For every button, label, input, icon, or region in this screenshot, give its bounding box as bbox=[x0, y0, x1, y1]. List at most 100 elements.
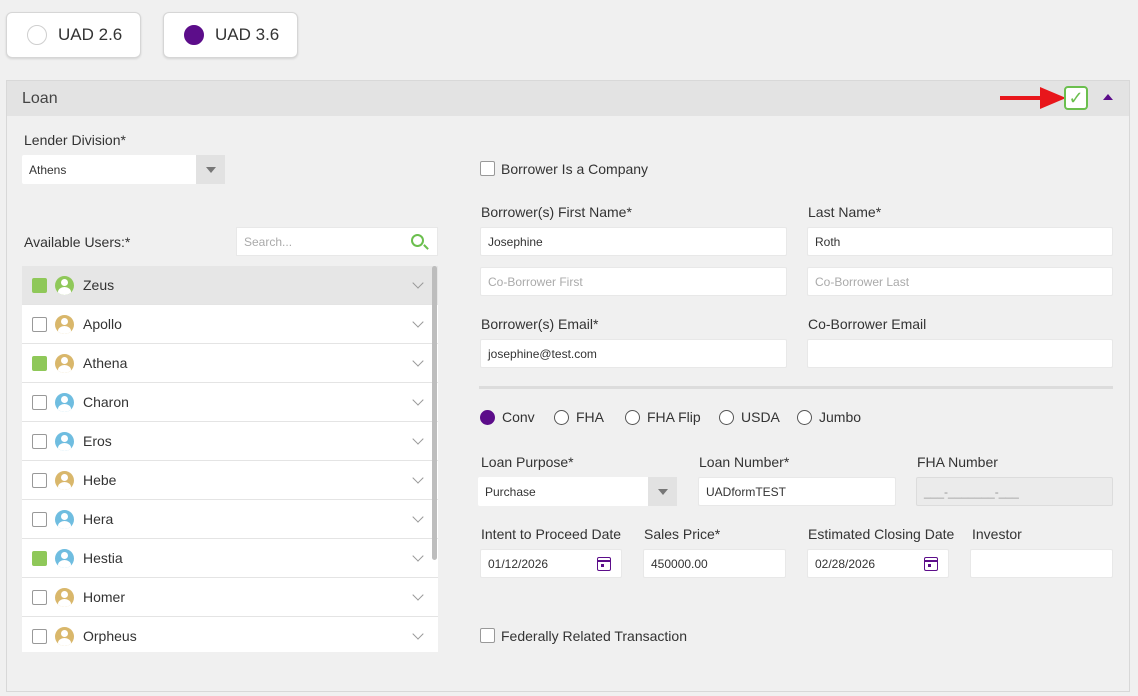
chevron-down-icon[interactable] bbox=[412, 589, 424, 601]
loan-purpose-value: Purchase bbox=[485, 484, 536, 499]
available-users-label: Available Users:* bbox=[24, 234, 131, 250]
user-name: Hera bbox=[83, 511, 114, 527]
user-name: Homer bbox=[83, 589, 126, 605]
chevron-down-icon[interactable] bbox=[412, 628, 424, 640]
fha-number-input[interactable]: ___-_______-___ bbox=[916, 477, 1113, 506]
sales-price-input[interactable]: 450000.00 bbox=[643, 549, 786, 578]
chevron-down-icon[interactable] bbox=[412, 355, 424, 367]
loan-type-jumbo[interactable]: Jumbo bbox=[797, 409, 861, 425]
intent-date-label: Intent to Proceed Date bbox=[481, 526, 622, 542]
first-name-label: Borrower(s) First Name* bbox=[481, 204, 632, 220]
user-row-athena[interactable]: Athena bbox=[22, 344, 438, 383]
email-input[interactable]: josephine@test.com bbox=[480, 339, 787, 368]
user-row-apollo[interactable]: Apollo bbox=[22, 305, 438, 344]
intent-date-value: 01/12/2026 bbox=[488, 556, 549, 571]
sales-price-label: Sales Price* bbox=[644, 526, 721, 542]
user-row-zeus[interactable]: Zeus bbox=[22, 266, 438, 305]
lender-division-label: Lender Division* bbox=[24, 132, 126, 148]
user-row-hera[interactable]: Hera bbox=[22, 500, 438, 539]
first-name-value: Josephine bbox=[488, 234, 543, 249]
email-value: josephine@test.com bbox=[488, 346, 597, 361]
user-row-homer[interactable]: Homer bbox=[22, 578, 438, 617]
user-checkbox[interactable] bbox=[32, 433, 47, 449]
user-row-orpheus[interactable]: Orpheus bbox=[22, 617, 438, 652]
investor-input[interactable] bbox=[970, 549, 1113, 578]
user-checkbox[interactable] bbox=[32, 628, 47, 644]
loan-type-fha[interactable]: FHA bbox=[554, 409, 604, 425]
loan-type-fha-flip-label: FHA Flip bbox=[647, 409, 701, 425]
uad-3-6-radio[interactable] bbox=[184, 25, 204, 45]
section-divider bbox=[479, 386, 1113, 389]
chevron-down-icon[interactable] bbox=[412, 511, 424, 523]
co-borrower-last-placeholder: Co-Borrower Last bbox=[815, 274, 910, 289]
first-name-input[interactable]: Josephine bbox=[480, 227, 787, 256]
user-checkbox[interactable] bbox=[32, 511, 47, 527]
loan-type-fha-flip[interactable]: FHA Flip bbox=[625, 409, 701, 425]
user-list-scrollbar[interactable] bbox=[432, 266, 437, 560]
loan-type-fha-label: FHA bbox=[576, 409, 604, 425]
user-row-charon[interactable]: Charon bbox=[22, 383, 438, 422]
chevron-down-icon[interactable] bbox=[412, 277, 424, 289]
loan-number-input[interactable]: UADformTEST bbox=[698, 477, 896, 506]
user-checkbox[interactable] bbox=[32, 355, 47, 371]
user-row-hebe[interactable]: Hebe bbox=[22, 461, 438, 500]
calendar-icon[interactable] bbox=[924, 557, 938, 571]
loan-type-conv-radio[interactable] bbox=[480, 409, 495, 425]
uad-3-6-label: UAD 3.6 bbox=[215, 25, 280, 44]
co-borrower-first-input[interactable]: Co-Borrower First bbox=[480, 267, 787, 296]
chevron-down-icon[interactable] bbox=[412, 433, 424, 445]
user-avatar-icon bbox=[55, 275, 74, 295]
loan-type-jumbo-radio[interactable] bbox=[797, 409, 812, 425]
user-row-eros[interactable]: Eros bbox=[22, 422, 438, 461]
user-name: Charon bbox=[83, 394, 129, 410]
chevron-down-icon[interactable] bbox=[648, 477, 677, 506]
loan-type-conv[interactable]: Conv bbox=[480, 409, 535, 425]
closing-date-input[interactable]: 02/28/2026 bbox=[807, 549, 949, 578]
co-borrower-last-input[interactable]: Co-Borrower Last bbox=[807, 267, 1113, 296]
last-name-input[interactable]: Roth bbox=[807, 227, 1113, 256]
user-checkbox[interactable] bbox=[32, 394, 47, 410]
last-name-label: Last Name* bbox=[808, 204, 882, 220]
email-label: Borrower(s) Email* bbox=[481, 316, 599, 332]
user-row-hestia[interactable]: Hestia bbox=[22, 539, 438, 578]
user-checkbox[interactable] bbox=[32, 550, 47, 566]
loan-type-usda[interactable]: USDA bbox=[719, 409, 780, 425]
user-checkbox[interactable] bbox=[32, 277, 47, 293]
user-checkbox[interactable] bbox=[32, 472, 47, 488]
lender-division-select[interactable]: Athens bbox=[22, 155, 225, 184]
uad-2-6-option[interactable]: UAD 2.6 bbox=[6, 12, 141, 58]
user-avatar-icon bbox=[55, 470, 74, 490]
chevron-down-icon[interactable] bbox=[412, 550, 424, 562]
intent-date-input[interactable]: 01/12/2026 bbox=[480, 549, 622, 578]
co-email-input[interactable] bbox=[807, 339, 1113, 368]
loan-purpose-select[interactable]: Purchase bbox=[478, 477, 677, 506]
loan-type-fha-radio[interactable] bbox=[554, 409, 569, 425]
checkmark-icon[interactable]: ✓ bbox=[1064, 86, 1088, 110]
search-icon[interactable] bbox=[411, 234, 424, 247]
chevron-down-icon[interactable] bbox=[412, 316, 424, 328]
user-checkbox[interactable] bbox=[32, 316, 47, 332]
loan-panel-header[interactable]: Loan ✓ bbox=[7, 81, 1129, 116]
user-checkbox[interactable] bbox=[32, 589, 47, 605]
closing-date-label: Estimated Closing Date bbox=[808, 526, 955, 542]
user-avatar-icon bbox=[55, 392, 74, 412]
triangle-up-icon[interactable] bbox=[1103, 94, 1113, 100]
sales-price-value: 450000.00 bbox=[651, 556, 708, 571]
lender-division-value: Athens bbox=[29, 162, 67, 177]
chevron-down-icon[interactable] bbox=[196, 155, 225, 184]
chevron-down-icon[interactable] bbox=[412, 472, 424, 484]
federal-transaction-checkbox[interactable] bbox=[480, 628, 495, 643]
user-name: Orpheus bbox=[83, 628, 137, 644]
loan-type-usda-label: USDA bbox=[741, 409, 780, 425]
loan-type-fha-flip-radio[interactable] bbox=[625, 409, 640, 425]
chevron-down-icon[interactable] bbox=[412, 394, 424, 406]
co-email-label: Co-Borrower Email bbox=[808, 316, 927, 332]
panel-title: Loan bbox=[22, 89, 58, 107]
user-avatar-icon bbox=[55, 626, 74, 646]
user-search-input[interactable]: Search... bbox=[236, 227, 438, 256]
borrower-company-checkbox[interactable] bbox=[480, 161, 495, 176]
calendar-icon[interactable] bbox=[597, 557, 611, 571]
loan-type-usda-radio[interactable] bbox=[719, 409, 734, 425]
uad-3-6-option[interactable]: UAD 3.6 bbox=[163, 12, 298, 58]
uad-2-6-radio[interactable] bbox=[27, 25, 47, 45]
